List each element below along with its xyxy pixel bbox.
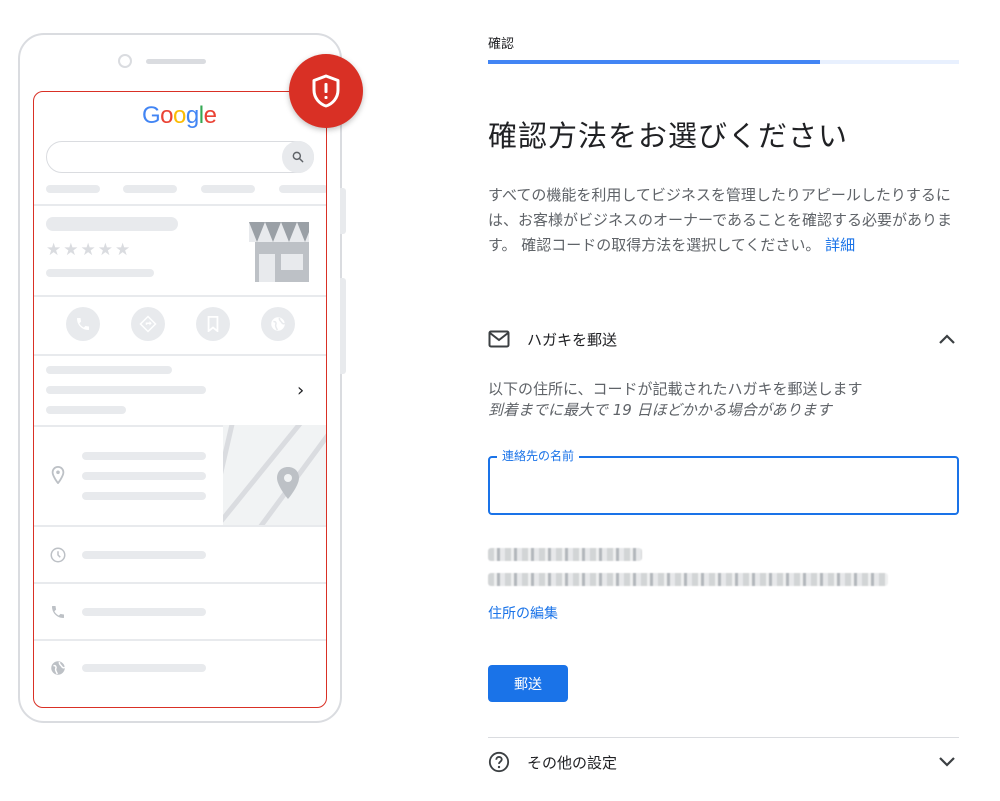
contact-name-label: 連絡先の名前 [497,447,580,464]
phone-icon [48,602,68,622]
progress-fill [488,60,821,64]
map-thumbnail [223,425,326,525]
phone-icon [66,307,100,341]
phone-side-button [340,188,346,234]
divider [34,639,326,641]
placeholder-bar [82,608,206,616]
description: すべての機能を利用してビジネスを管理したりアピールしたりするには、お客様がビジネ… [488,183,963,258]
logo-letter: G [142,102,161,129]
placeholder-bar [46,406,126,414]
page-title: 確認方法をお選びください [488,119,849,153]
placeholder-bar [82,492,206,500]
placeholder-bar [46,269,154,277]
phone-camera [118,54,132,68]
divider [34,525,326,527]
placeholder-bar [82,551,206,559]
postcard-option-label: ハガキを郵送 [527,330,618,349]
send-postcard-button[interactable]: 郵送 [488,665,568,702]
placeholder-bar [46,185,100,193]
shield-alert-icon [289,54,363,128]
edit-address-link[interactable]: 住所の編集 [488,603,558,623]
search-icon [282,141,314,173]
other-settings-header[interactable]: その他の設定 [488,747,959,777]
divider [34,582,326,584]
location-pin-icon [48,465,68,485]
globe-icon [261,307,295,341]
rating-stars: ★★★★★ [46,240,133,260]
postcard-option-header[interactable]: ハガキを郵送 [488,324,959,354]
other-settings-label: その他の設定 [527,753,618,772]
envelope-icon [488,330,510,348]
globe-icon [48,658,68,678]
learn-more-link[interactable]: 詳細 [825,236,855,254]
placeholder-bar [82,452,206,460]
placeholder-bar [82,664,206,672]
description-text: すべての機能を利用してビジネスを管理したりアピールしたりするには、お客様がビジネ… [488,186,952,254]
chevron-up-icon[interactable] [937,329,957,349]
placeholder-bar [123,185,177,193]
clock-icon [48,545,68,565]
phone-speaker [146,59,206,64]
help-circle-icon [488,751,510,773]
chevron-down-icon[interactable] [937,752,957,772]
storefront-icon [247,220,313,282]
divider [34,354,326,356]
directions-icon [131,307,165,341]
postcard-note: 以下の住所に、コードが記載されたハガキを郵送します 到着までに最大で 19 日ほ… [488,379,863,421]
placeholder-bar [279,185,326,193]
postcard-note-line2: 到着までに最大で 19 日ほどかかる場合があります [488,401,832,419]
placeholder-bar [201,185,255,193]
progress-bar [488,60,959,64]
address-line-blurred [488,573,888,586]
logo-letter: e [203,102,217,129]
contact-name-input[interactable] [500,470,948,502]
mock-search-bar [46,141,314,173]
placeholder-bar [82,472,206,480]
placeholder-bar [46,366,172,374]
step-label: 確認 [488,37,515,52]
divider [34,204,326,206]
logo-letter: o [160,102,174,129]
placeholder-bar [46,386,206,394]
placeholder-title [46,217,178,231]
divider [34,295,326,297]
chevron-right-icon: › [297,380,305,401]
bookmark-icon [196,307,230,341]
google-logo: Google [142,102,217,130]
phone-screen: Google ★★★★★ › [33,91,327,708]
logo-letter: o [173,102,186,129]
address-line-blurred [488,548,642,561]
phone-side-button [340,278,346,374]
divider [488,737,959,738]
postcard-note-line1: 以下の住所に、コードが記載されたハガキを郵送します [488,380,863,398]
logo-letter: g [185,102,199,129]
